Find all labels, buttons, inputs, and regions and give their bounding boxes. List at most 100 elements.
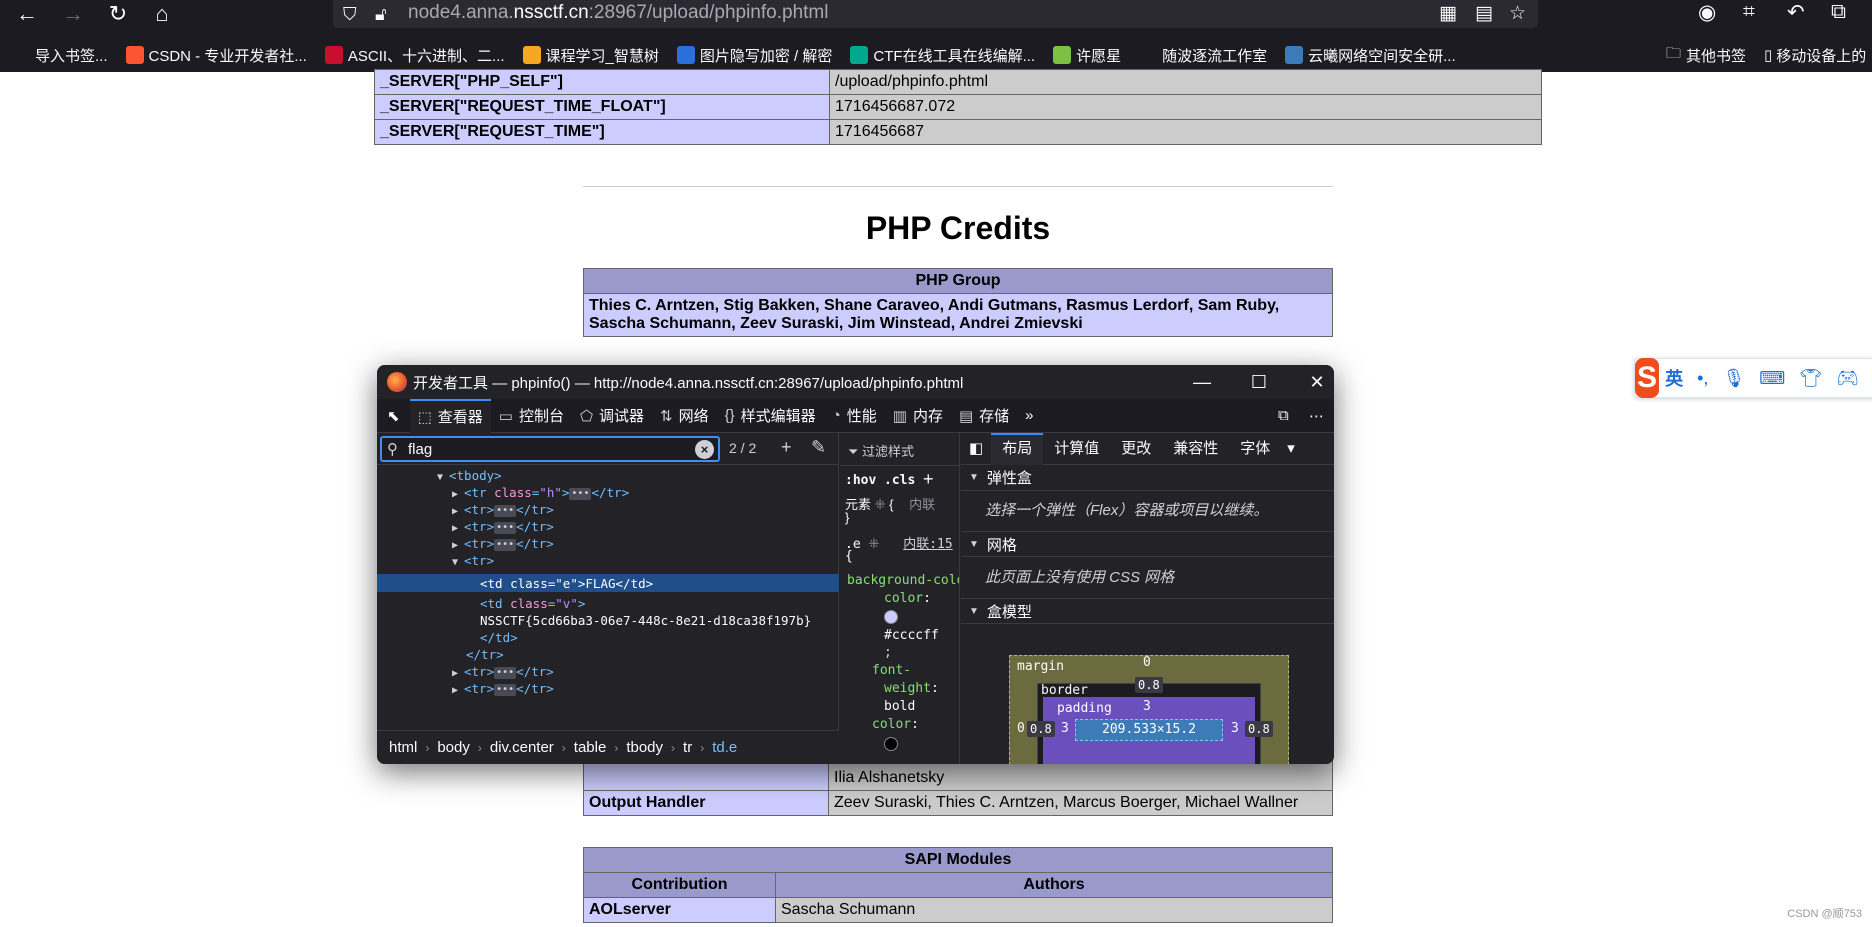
sidebar-tab[interactable]: 兼容性 [1162,433,1229,465]
clear-search-icon[interactable]: × [695,440,714,459]
bookmark-item[interactable]: 随波逐流工作室 [1139,45,1267,66]
tree-node-tr-h[interactable]: ▶ <tr class="h"> ••• </tr> [452,484,629,501]
chevron-down-icon[interactable]: ▾ [1281,433,1301,465]
tbody-node[interactable]: ▼ <tbody> [437,467,502,484]
grid-section-header[interactable]: ▼ 网格 [961,531,1334,557]
maximize-icon[interactable]: ☐ [1244,369,1274,395]
val-background-color[interactable]: #ccccff [884,628,939,643]
mobile-bookmarks[interactable]: ▯ 移动设备上的 [1764,45,1866,66]
flag-value[interactable]: NSSCTF{5cd66ba3-06e7-448c-8e21-d18ca38f1… [480,612,811,629]
shield-icon[interactable]: ⛉ [343,4,357,25]
ime-toolbar[interactable]: S 英 •, 🎙︎ ⌨ 👕︎ 🎮︎ [1634,358,1872,398]
breadcrumb-item[interactable]: td.e [712,739,737,756]
gamepad-icon[interactable]: 🎮︎ [1836,368,1859,389]
color-swatch[interactable] [884,610,898,624]
tree-node-tr[interactable]: ▶ <tr> ••• </tr> [452,518,554,535]
sidebar-toggle-icon[interactable]: ◧ [961,433,991,465]
boxmodel-section-header[interactable]: ▼ 盒模型 [961,598,1334,624]
tab-console[interactable]: ▭ 控制台 [491,399,572,433]
search-input[interactable] [406,440,686,458]
url-text[interactable]: node4.anna.nssctf.cn:28967/upload/phpinf… [408,2,828,24]
flexbox-section-header[interactable]: ▼ 弹性盒 [961,465,1334,491]
tree-node-tr[interactable]: ▶ <tr> ••• </tr> [452,680,554,697]
tree-node-td-v[interactable]: <td class="v"> [480,595,585,612]
border-right-value[interactable]: 0.8 [1245,721,1273,737]
sogou-logo-icon[interactable]: S [1635,358,1660,398]
margin-top-value[interactable]: 0 [1143,655,1151,670]
breadcrumb-item[interactable]: body [437,739,470,756]
back-icon[interactable]: ← [8,0,46,28]
tab-style-editor[interactable]: {} 样式编辑器 [717,399,824,433]
devtools-titlebar[interactable]: 开发者工具 — phpinfo() — http://node4.anna.ns… [377,365,1334,399]
hov-toggle[interactable]: :hov [845,473,876,488]
qr-code-icon[interactable]: ▦ [1439,2,1457,25]
expanded-icon[interactable]: ▼ [452,554,464,571]
undo-icon[interactable]: ↶ [1787,0,1805,25]
skin-icon[interactable]: 👕︎ [1799,368,1822,389]
element-rule[interactable]: 元素 ⁜ { 内联 [845,494,935,513]
tab-performance[interactable]: ◔ 性能 [824,399,885,433]
prop-color[interactable]: color: [872,717,919,732]
color-swatch[interactable] [884,737,898,751]
bookmark-item[interactable]: 图片隐写加密 / 解密 [676,45,832,66]
border-left-value[interactable]: 0.8 [1027,721,1055,737]
bookmark-item[interactable]: 云曦网络空间安全研... [1285,45,1456,66]
screenshot-icon[interactable]: ⌗ [1743,0,1755,24]
address-bar[interactable]: ⛉ 🔓︎ node4.anna.nssctf.cn:28967/upload/p… [333,0,1538,28]
sidebar-tab[interactable]: 更改 [1110,433,1162,465]
tree-node-tr[interactable]: ▶ <tr> ••• </tr> [452,663,554,680]
bookmark-item[interactable]: 许愿星 [1053,45,1121,66]
padding-left-value[interactable]: 3 [1061,721,1069,736]
padding-right-value[interactable]: 3 [1231,721,1239,736]
more-tabs-icon[interactable]: » [1017,399,1041,433]
minimize-icon[interactable]: — [1187,369,1217,395]
ime-mode[interactable]: 英 [1665,365,1683,391]
breadcrumb-item[interactable]: tr [683,739,692,756]
bookmark-star-icon[interactable]: ☆ [1509,2,1526,25]
tree-node-td-close[interactable]: </td> [480,629,518,646]
breadcrumb-item[interactable]: table [574,739,607,756]
punctuation-icon[interactable]: •, [1697,368,1708,389]
other-bookmarks[interactable]: 🗀 其他书签 [1666,43,1746,68]
add-node-icon[interactable]: + [781,437,792,458]
tree-node-tr-expanded[interactable]: ▼ <tr> [452,552,494,569]
eyedropper-icon[interactable]: ✎ [811,437,826,458]
filter-styles-input[interactable]: ⏷ 过滤样式 [848,441,914,460]
tree-node-td-e-selected[interactable]: <td class="e">FLAG</td> [480,575,653,592]
margin-left-value[interactable]: 0 [1017,721,1025,736]
prop-background-color[interactable]: background-color [847,573,959,588]
box-content-size[interactable]: 209.533×15.2 [1075,719,1223,741]
add-rule-icon[interactable]: + [923,469,934,490]
breadcrumb-item[interactable]: div.center [490,739,554,756]
extensions-icon[interactable]: ⧉ [1831,0,1846,24]
dock-icon[interactable]: ⧉ [1270,399,1297,433]
bookmark-item[interactable]: 导入书签... [12,45,108,66]
microphone-icon[interactable]: 🎙︎ [1722,368,1745,389]
search-box[interactable]: ⚲ × [380,436,720,462]
pick-element-icon[interactable]: ⬉ [377,399,410,433]
bookmark-item[interactable]: CSDN - 专业开发者社... [125,45,307,66]
tab-inspector[interactable]: ⬚ 查看器 [409,398,491,433]
tab-memory[interactable]: ▥ 内存 [885,399,951,433]
tree-node-tr[interactable]: ▶ <tr> ••• </tr> [452,501,554,518]
padding-top-value[interactable]: 3 [1143,699,1151,714]
tab-storage[interactable]: ▤ 存储 [951,399,1017,433]
cls-toggle[interactable]: .cls [884,473,915,488]
expanded-icon[interactable]: ▼ [437,469,449,486]
tree-node-tr-close[interactable]: </tr> [466,646,504,663]
breadcrumb-item[interactable]: html [389,739,417,756]
bookmark-item[interactable]: ASCII、十六进制、二... [324,45,505,66]
close-icon[interactable]: ✕ [1302,369,1332,395]
val-font-weight[interactable]: bold [884,699,915,714]
reload-icon[interactable]: ↻ [99,0,137,28]
reader-view-icon[interactable]: ▤ [1475,2,1493,25]
sidebar-tab[interactable]: 布局 [991,433,1044,465]
account-icon[interactable]: ◉ [1698,0,1716,25]
border-top-value[interactable]: 0.8 [1135,677,1163,693]
tab-network[interactable]: ⇅ 网络 [652,399,717,433]
prop-font-weight[interactable]: font- [872,663,911,678]
forward-icon[interactable]: → [54,0,92,28]
breadcrumb-item[interactable]: tbody [626,739,663,756]
rule-source-link[interactable]: 内联:15 [903,537,952,552]
bookmark-item[interactable]: 课程学习_智慧树 [522,45,659,66]
